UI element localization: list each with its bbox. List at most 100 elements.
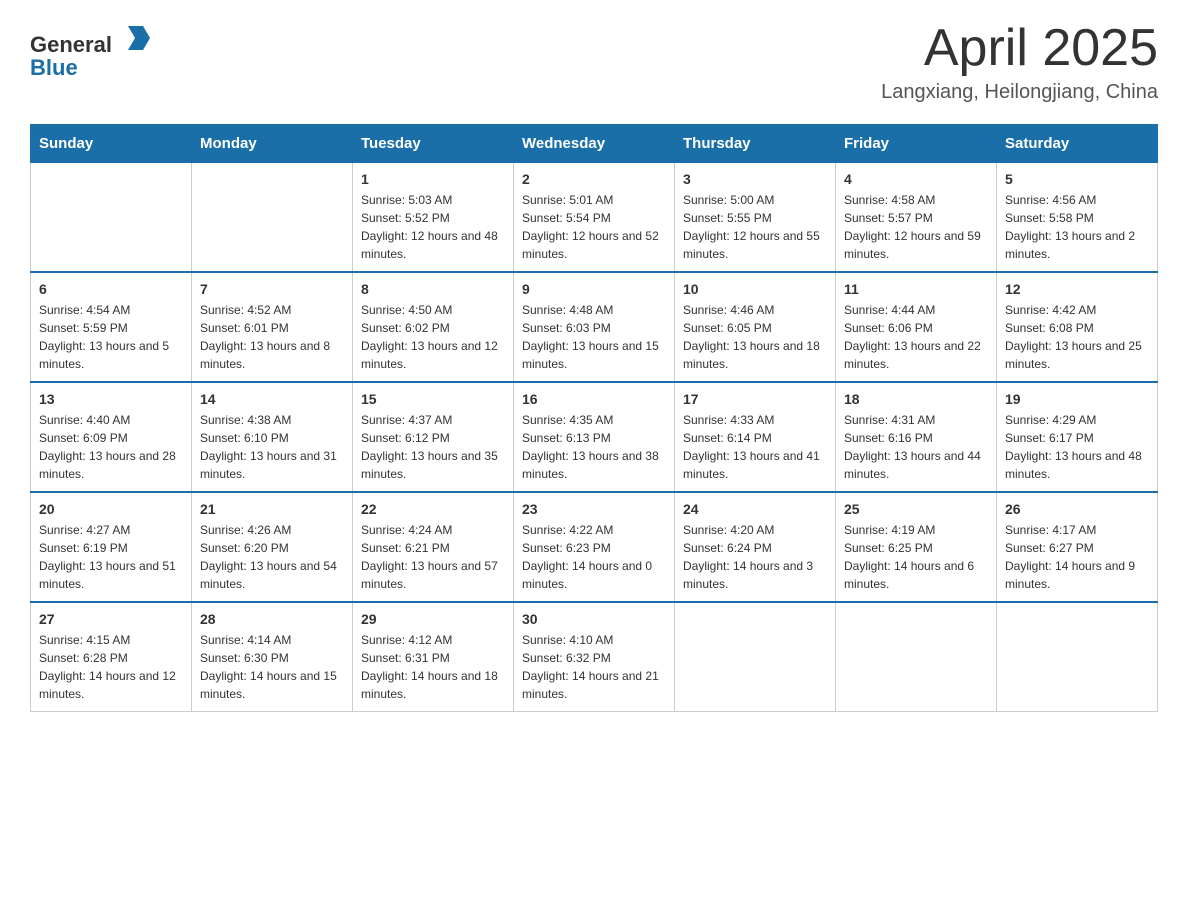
title-block: April 2025 Langxiang, Heilongjiang, Chin…: [881, 20, 1158, 104]
weekday-header-saturday: Saturday: [997, 125, 1158, 163]
calendar-cell: 25 Sunrise: 4:19 AMSunset: 6:25 PMDayligh…: [836, 492, 997, 602]
day-info: Sunrise: 4:52 AMSunset: 6:01 PMDaylight:…: [200, 301, 344, 373]
day-number: 26: [1005, 501, 1149, 517]
day-info: Sunrise: 4:24 AMSunset: 6:21 PMDaylight:…: [361, 521, 505, 593]
day-number: 18: [844, 391, 988, 407]
day-number: 6: [39, 281, 183, 297]
calendar-cell: 24Sunrise: 4:20 AMSunset: 6:24 PMDayligh…: [675, 492, 836, 602]
day-number: 4: [844, 171, 988, 187]
calendar-cell: 21 Sunrise: 4:26 AMSunset: 6:20 PMDayligh…: [192, 492, 353, 602]
day-info: Sunrise: 4:58 AMSunset: 5:57 PMDaylight:…: [844, 191, 988, 263]
day-info: Sunrise: 4:10 AMSunset: 6:32 PMDaylight:…: [522, 631, 666, 703]
day-number: 16: [522, 391, 666, 407]
calendar-cell: [675, 602, 836, 712]
calendar-cell: 23Sunrise: 4:22 AMSunset: 6:23 PMDayligh…: [514, 492, 675, 602]
calendar-cell: 6 Sunrise: 4:54 AMSunset: 5:59 PMDaylight…: [31, 272, 192, 382]
calendar-cell: 19 Sunrise: 4:29 AMSunset: 6:17 PMDayligh…: [997, 382, 1158, 492]
day-number: 15: [361, 391, 505, 407]
day-number: 23: [522, 501, 666, 517]
calendar-cell: 18Sunrise: 4:31 AMSunset: 6:16 PMDayligh…: [836, 382, 997, 492]
day-number: 9: [522, 281, 666, 297]
day-info: Sunrise: 4:26 AMSunset: 6:20 PMDaylight:…: [200, 521, 344, 593]
day-number: 5: [1005, 171, 1149, 187]
calendar-week-1: 1 Sunrise: 5:03 AMSunset: 5:52 PMDaylight…: [31, 163, 1158, 273]
day-number: 1: [361, 171, 505, 187]
weekday-header-tuesday: Tuesday: [353, 125, 514, 163]
weekday-header-thursday: Thursday: [675, 125, 836, 163]
weekday-header-monday: Monday: [192, 125, 353, 163]
day-info: Sunrise: 4:50 AMSunset: 6:02 PMDaylight:…: [361, 301, 505, 373]
weekday-header-wednesday: Wednesday: [514, 125, 675, 163]
calendar-week-4: 20 Sunrise: 4:27 AMSunset: 6:19 PMDayligh…: [31, 492, 1158, 602]
day-info: Sunrise: 4:19 AMSunset: 6:25 PMDaylight:…: [844, 521, 988, 593]
day-info: Sunrise: 4:27 AMSunset: 6:19 PMDaylight:…: [39, 521, 183, 593]
calendar-cell: 2 Sunrise: 5:01 AMSunset: 5:54 PMDaylight…: [514, 163, 675, 273]
day-info: Sunrise: 4:14 AMSunset: 6:30 PMDaylight:…: [200, 631, 344, 703]
day-number: 19: [1005, 391, 1149, 407]
day-number: 27: [39, 611, 183, 627]
day-number: 25: [844, 501, 988, 517]
calendar-cell: [997, 602, 1158, 712]
day-info: Sunrise: 4:17 AMSunset: 6:27 PMDaylight:…: [1005, 521, 1149, 593]
calendar-header: SundayMondayTuesdayWednesdayThursdayFrid…: [31, 125, 1158, 163]
day-number: 22: [361, 501, 505, 517]
day-number: 12: [1005, 281, 1149, 297]
weekday-header-row: SundayMondayTuesdayWednesdayThursdayFrid…: [31, 125, 1158, 163]
day-info: Sunrise: 4:46 AMSunset: 6:05 PMDaylight:…: [683, 301, 827, 373]
day-number: 7: [200, 281, 344, 297]
calendar-cell: [836, 602, 997, 712]
day-number: 28: [200, 611, 344, 627]
calendar-cell: 7 Sunrise: 4:52 AMSunset: 6:01 PMDaylight…: [192, 272, 353, 382]
day-info: Sunrise: 4:37 AMSunset: 6:12 PMDaylight:…: [361, 411, 505, 483]
day-info: Sunrise: 4:54 AMSunset: 5:59 PMDaylight:…: [39, 301, 183, 373]
calendar-cell: 30 Sunrise: 4:10 AMSunset: 6:32 PMDayligh…: [514, 602, 675, 712]
day-info: Sunrise: 5:01 AMSunset: 5:54 PMDaylight:…: [522, 191, 666, 263]
day-info: Sunrise: 4:20 AMSunset: 6:24 PMDaylight:…: [683, 521, 827, 593]
day-number: 11: [844, 281, 988, 297]
day-info: Sunrise: 5:03 AMSunset: 5:52 PMDaylight:…: [361, 191, 505, 263]
calendar-cell: 8 Sunrise: 4:50 AMSunset: 6:02 PMDaylight…: [353, 272, 514, 382]
day-number: 13: [39, 391, 183, 407]
calendar-cell: 14 Sunrise: 4:38 AMSunset: 6:10 PMDayligh…: [192, 382, 353, 492]
calendar-cell: 20 Sunrise: 4:27 AMSunset: 6:19 PMDayligh…: [31, 492, 192, 602]
day-info: Sunrise: 4:42 AMSunset: 6:08 PMDaylight:…: [1005, 301, 1149, 373]
day-info: Sunrise: 4:15 AMSunset: 6:28 PMDaylight:…: [39, 631, 183, 703]
calendar-cell: 10 Sunrise: 4:46 AMSunset: 6:05 PMDayligh…: [675, 272, 836, 382]
calendar-cell: 29Sunrise: 4:12 AMSunset: 6:31 PMDayligh…: [353, 602, 514, 712]
calendar-week-5: 27 Sunrise: 4:15 AMSunset: 6:28 PMDayligh…: [31, 602, 1158, 712]
calendar-cell: 28 Sunrise: 4:14 AMSunset: 6:30 PMDayligh…: [192, 602, 353, 712]
calendar-cell: 27 Sunrise: 4:15 AMSunset: 6:28 PMDayligh…: [31, 602, 192, 712]
logo: General Blue: [30, 20, 160, 80]
calendar-cell: 16 Sunrise: 4:35 AMSunset: 6:13 PMDayligh…: [514, 382, 675, 492]
day-number: 17: [683, 391, 827, 407]
day-info: Sunrise: 4:44 AMSunset: 6:06 PMDaylight:…: [844, 301, 988, 373]
weekday-header-friday: Friday: [836, 125, 997, 163]
day-info: Sunrise: 4:12 AMSunset: 6:31 PMDaylight:…: [361, 631, 505, 703]
weekday-header-sunday: Sunday: [31, 125, 192, 163]
page-header: General Blue April 2025 Langxiang, Heilo…: [30, 20, 1158, 104]
calendar-cell: 1 Sunrise: 5:03 AMSunset: 5:52 PMDaylight…: [353, 163, 514, 273]
calendar-cell: 15 Sunrise: 4:37 AMSunset: 6:12 PMDayligh…: [353, 382, 514, 492]
calendar-cell: 4 Sunrise: 4:58 AMSunset: 5:57 PMDaylight…: [836, 163, 997, 273]
day-info: Sunrise: 4:38 AMSunset: 6:10 PMDaylight:…: [200, 411, 344, 483]
day-number: 14: [200, 391, 344, 407]
page-subtitle: Langxiang, Heilongjiang, China: [881, 81, 1158, 104]
calendar-body: 1 Sunrise: 5:03 AMSunset: 5:52 PMDaylight…: [31, 163, 1158, 712]
day-info: Sunrise: 4:35 AMSunset: 6:13 PMDaylight:…: [522, 411, 666, 483]
day-number: 30: [522, 611, 666, 627]
calendar-week-2: 6 Sunrise: 4:54 AMSunset: 5:59 PMDaylight…: [31, 272, 1158, 382]
day-number: 20: [39, 501, 183, 517]
day-number: 8: [361, 281, 505, 297]
calendar-cell: 11 Sunrise: 4:44 AMSunset: 6:06 PMDayligh…: [836, 272, 997, 382]
day-number: 10: [683, 281, 827, 297]
day-info: Sunrise: 4:48 AMSunset: 6:03 PMDaylight:…: [522, 301, 666, 373]
calendar-cell: 26 Sunrise: 4:17 AMSunset: 6:27 PMDayligh…: [997, 492, 1158, 602]
day-number: 21: [200, 501, 344, 517]
svg-text:Blue: Blue: [30, 55, 78, 80]
calendar-cell: 12 Sunrise: 4:42 AMSunset: 6:08 PMDayligh…: [997, 272, 1158, 382]
day-info: Sunrise: 4:29 AMSunset: 6:17 PMDaylight:…: [1005, 411, 1149, 483]
day-info: Sunrise: 4:56 AMSunset: 5:58 PMDaylight:…: [1005, 191, 1149, 263]
day-number: 2: [522, 171, 666, 187]
svg-text:General: General: [30, 32, 112, 57]
logo-svg: General Blue: [30, 20, 160, 80]
